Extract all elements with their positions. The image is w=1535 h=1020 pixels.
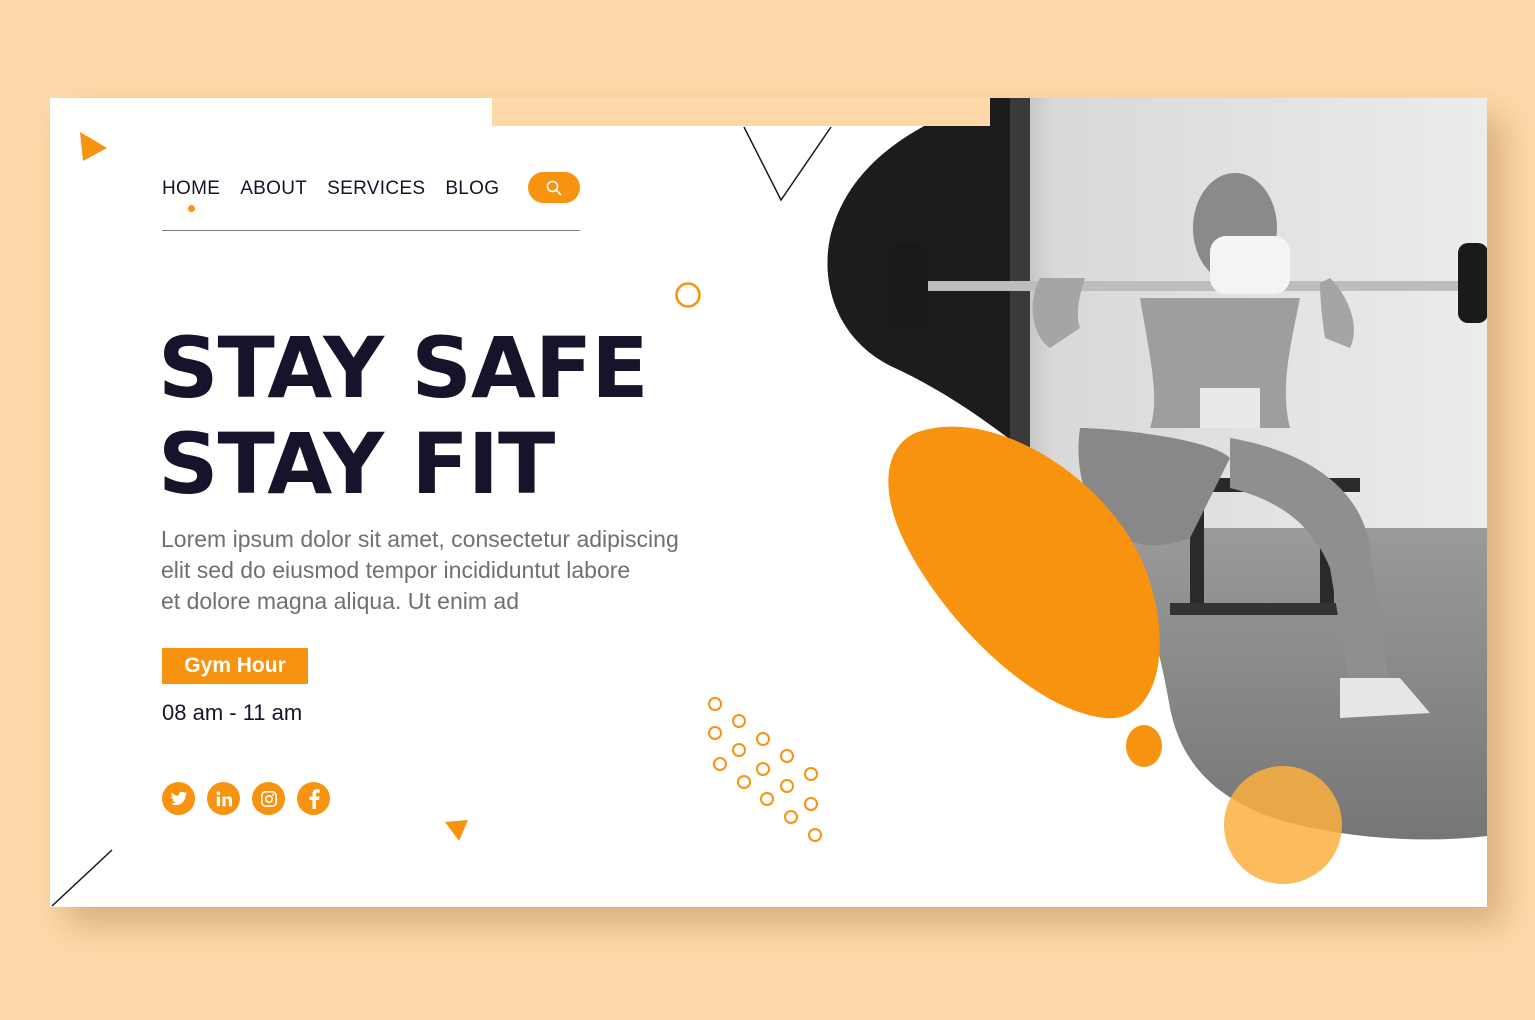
nav-divider (162, 230, 580, 231)
gym-hour-badge: Gym Hour (162, 648, 308, 684)
description-line-2: elit sed do eiusmod tempor incididuntut … (161, 557, 631, 583)
linkedin-icon (216, 791, 232, 806)
gym-hours: 08 am - 11 am (162, 700, 303, 725)
hero-headline: STAY SAFE STAY FIT (158, 319, 649, 513)
search-button[interactable] (528, 172, 580, 203)
nav-services[interactable]: SERVICES (327, 178, 425, 200)
linkedin-link[interactable] (207, 782, 240, 815)
description-line-3: et dolore magna aliqua. Ut enim ad (161, 588, 519, 614)
search-icon (546, 180, 562, 195)
twitter-link[interactable] (162, 782, 195, 815)
headline-line-2: STAY FIT (158, 415, 555, 513)
dot-ring-pattern (708, 697, 822, 842)
nav-about[interactable]: ABOUT (240, 178, 307, 200)
main-nav: HOME ABOUT SERVICES BLOG (162, 178, 499, 212)
outline-triangle (743, 126, 832, 202)
headline-line-1: STAY SAFE (158, 319, 649, 417)
hero-card: HOME ABOUT SERVICES BLOG STAY SAFE STAY … (50, 98, 1487, 907)
description-line-1: Lorem ipsum dolor sit amet, consectetur … (161, 526, 679, 552)
top-notch (492, 98, 990, 126)
twitter-icon (170, 791, 187, 805)
ring-circle (675, 282, 701, 308)
nav-home[interactable]: HOME (162, 178, 220, 212)
diagonal-line (51, 849, 113, 907)
orange-blob-small (1126, 725, 1162, 767)
facebook-icon (309, 788, 320, 809)
orange-translucent-circle (1224, 766, 1342, 884)
instagram-icon (260, 790, 277, 807)
instagram-link[interactable] (252, 782, 285, 815)
facebook-link[interactable] (297, 782, 330, 815)
orange-blob-large (888, 426, 1160, 719)
small-orange-triangle (445, 820, 468, 841)
nav-blog[interactable]: BLOG (445, 178, 499, 200)
orange-triangle-topleft (80, 132, 107, 161)
hero-description: Lorem ipsum dolor sit amet, consectetur … (161, 524, 761, 617)
social-links (162, 782, 330, 815)
